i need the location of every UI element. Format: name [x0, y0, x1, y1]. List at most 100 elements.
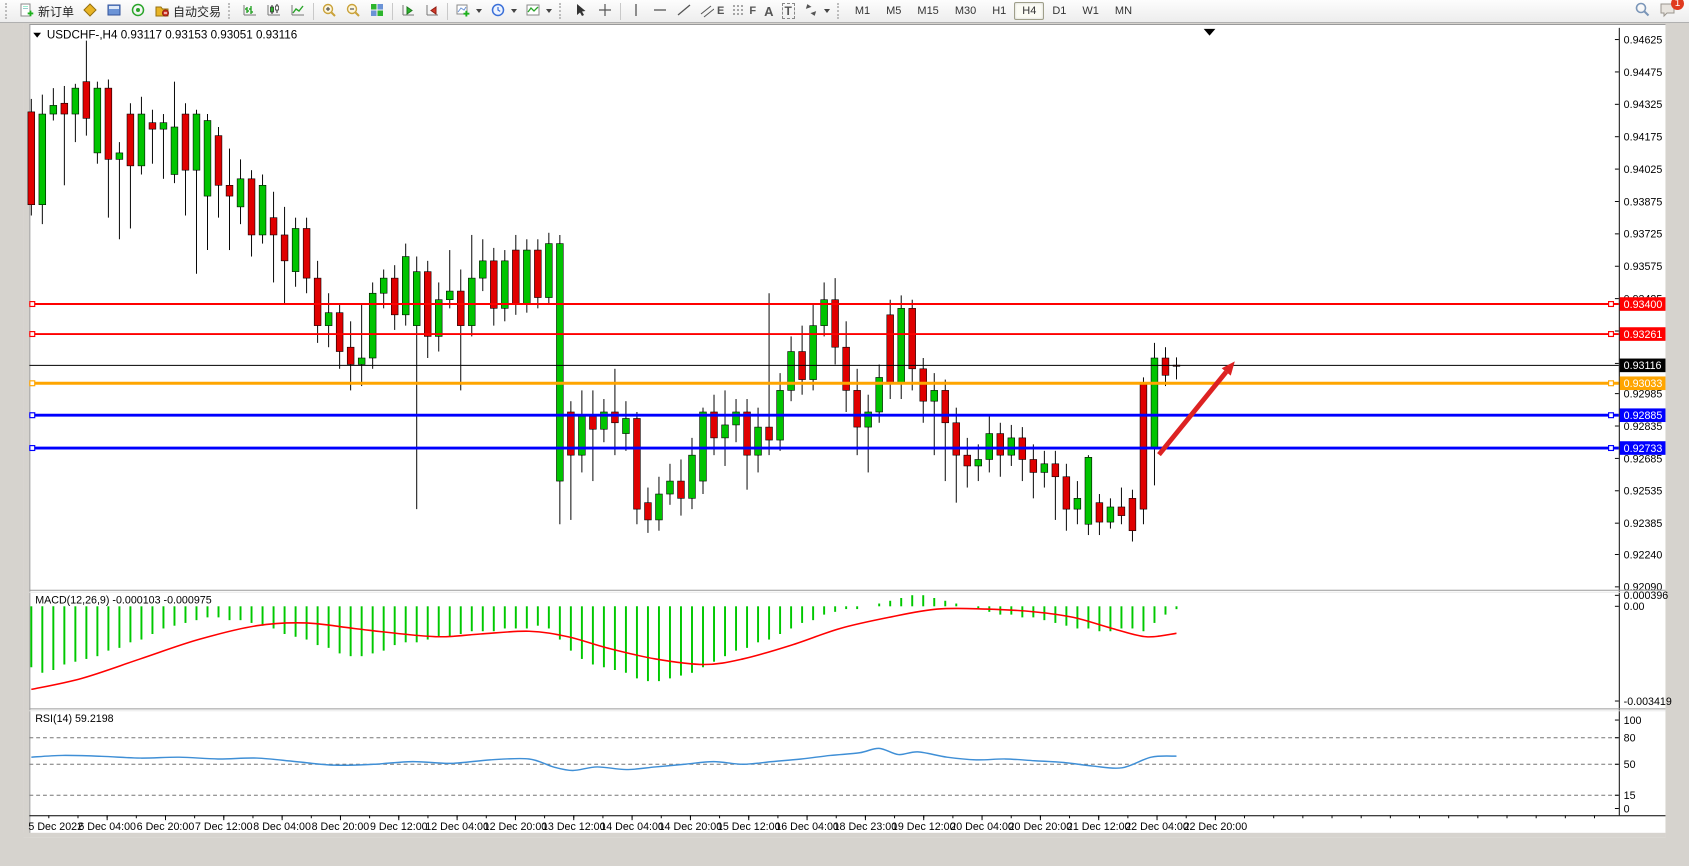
- price-axis-label: 0.92835: [1624, 421, 1663, 433]
- candle-up: [116, 153, 123, 159]
- candle-down: [1063, 477, 1070, 509]
- price-axis-label: 0.94475: [1624, 67, 1663, 79]
- tab-timeframe-h4[interactable]: H4: [1014, 2, 1044, 20]
- arrows-tool-button[interactable]: [799, 1, 834, 21]
- horizontal-line-icon: [652, 2, 668, 21]
- templates-button[interactable]: [521, 1, 556, 21]
- tab-timeframe-m1[interactable]: M1: [847, 2, 878, 20]
- time-axis-label: 20 Dec 04:00: [950, 821, 1014, 833]
- candle-down: [281, 235, 288, 261]
- tile-windows-button[interactable]: [365, 1, 389, 21]
- tab-timeframe-m15[interactable]: M15: [909, 2, 946, 20]
- price-axis-label: 0.93875: [1624, 196, 1663, 208]
- chart-canvas[interactable]: USDCHF-,H4 0.93117 0.93153 0.93051 0.931…: [0, 24, 1689, 861]
- tab-timeframe-w1[interactable]: W1: [1074, 2, 1107, 20]
- market-watch-button[interactable]: [78, 1, 102, 21]
- candle-up: [623, 418, 630, 433]
- line-handle[interactable]: [30, 332, 35, 337]
- equidistant-channel-icon: [700, 2, 714, 21]
- fibonacci-tool-button[interactable]: F: [728, 1, 760, 21]
- signal-rings-icon: [130, 2, 146, 21]
- candle-up: [402, 257, 409, 315]
- line-handle[interactable]: [1609, 446, 1614, 451]
- time-axis-label: 19 Dec 12:00: [892, 821, 956, 833]
- candle-down: [512, 250, 519, 304]
- line-handle[interactable]: [1609, 302, 1614, 307]
- window-bottom-strip: [24, 833, 1666, 838]
- label-tool-button[interactable]: T: [778, 1, 799, 21]
- tab-timeframe-d1[interactable]: D1: [1044, 2, 1074, 20]
- candle-down: [303, 228, 310, 278]
- new-order-button[interactable]: 新订单: [15, 1, 78, 21]
- candle-down: [149, 123, 156, 129]
- candle-down: [887, 315, 894, 384]
- auto-scroll-button[interactable]: [396, 1, 420, 21]
- tab-timeframe-h1[interactable]: H1: [984, 2, 1014, 20]
- dropdown-caret-icon: [546, 9, 552, 13]
- line-handle[interactable]: [30, 381, 35, 386]
- candle-down: [645, 503, 652, 520]
- price-axis-label: 0.94175: [1624, 132, 1663, 144]
- new-chart-icon: [455, 2, 471, 21]
- line-handle[interactable]: [30, 413, 35, 418]
- dropdown-caret-icon: [511, 9, 517, 13]
- candle-down: [347, 347, 354, 364]
- tab-timeframe-mn[interactable]: MN: [1107, 2, 1140, 20]
- line-handle[interactable]: [1609, 332, 1614, 337]
- line-chart-button[interactable]: [286, 1, 310, 21]
- trendline-tool-button[interactable]: [672, 1, 696, 21]
- candle-up: [523, 250, 530, 304]
- toolbar-grip: [5, 3, 12, 19]
- line-handle[interactable]: [1609, 413, 1614, 418]
- candle-down: [920, 369, 927, 401]
- chart-background: [24, 24, 1666, 838]
- fibonacci-letter: F: [749, 5, 756, 17]
- candle-up: [259, 185, 266, 235]
- toolbar-separator: [620, 3, 621, 20]
- auto-trading-button[interactable]: 自动交易: [150, 1, 225, 21]
- line-handle[interactable]: [1609, 381, 1614, 386]
- tab-timeframe-m30[interactable]: M30: [947, 2, 984, 20]
- candle-up: [193, 114, 200, 170]
- candle-up: [446, 291, 453, 300]
- candle-down: [942, 390, 949, 422]
- dropdown-caret-icon: [824, 9, 830, 13]
- chart-shift-button[interactable]: [420, 1, 444, 21]
- text-tool-button[interactable]: A: [760, 1, 777, 21]
- notifications-button[interactable]: 1: [1659, 1, 1677, 21]
- candle-up: [435, 300, 442, 337]
- new-chart-button[interactable]: [451, 1, 486, 21]
- channel-tool-button[interactable]: E: [696, 1, 728, 21]
- trendline-icon: [676, 2, 692, 21]
- price-badge-label: 0.92885: [1624, 410, 1663, 422]
- candle-up: [325, 313, 332, 326]
- terminal-button[interactable]: [102, 1, 126, 21]
- candlestick-chart-button[interactable]: [262, 1, 286, 21]
- candle-up: [501, 261, 508, 308]
- crosshair-tool-button[interactable]: [593, 1, 617, 21]
- bar-chart-icon: [242, 2, 258, 21]
- candle-up: [413, 272, 420, 326]
- zoom-out-icon: [345, 2, 361, 21]
- candle-down: [832, 300, 839, 347]
- candle-down: [127, 114, 134, 166]
- period-button[interactable]: [486, 1, 521, 21]
- candle-up: [700, 412, 707, 481]
- vertical-line-tool-button[interactable]: [624, 1, 648, 21]
- search-icon[interactable]: [1634, 1, 1651, 21]
- horizontal-line-tool-button[interactable]: [648, 1, 672, 21]
- line-handle[interactable]: [30, 302, 35, 307]
- time-axis-label: 5 Dec 2022: [28, 821, 83, 833]
- line-handle[interactable]: [30, 446, 35, 451]
- signals-button[interactable]: [126, 1, 150, 21]
- zoom-out-button[interactable]: [341, 1, 365, 21]
- price-axis-label: 0.94025: [1624, 164, 1663, 176]
- candle-up: [292, 228, 299, 271]
- time-axis-label: 22 Dec 20:00: [1184, 821, 1248, 833]
- zoom-in-button[interactable]: [317, 1, 341, 21]
- bar-chart-button[interactable]: [238, 1, 262, 21]
- cursor-tool-button[interactable]: [569, 1, 593, 21]
- auto-scroll-icon: [400, 2, 416, 21]
- candle-up: [138, 114, 145, 166]
- tab-timeframe-m5[interactable]: M5: [878, 2, 909, 20]
